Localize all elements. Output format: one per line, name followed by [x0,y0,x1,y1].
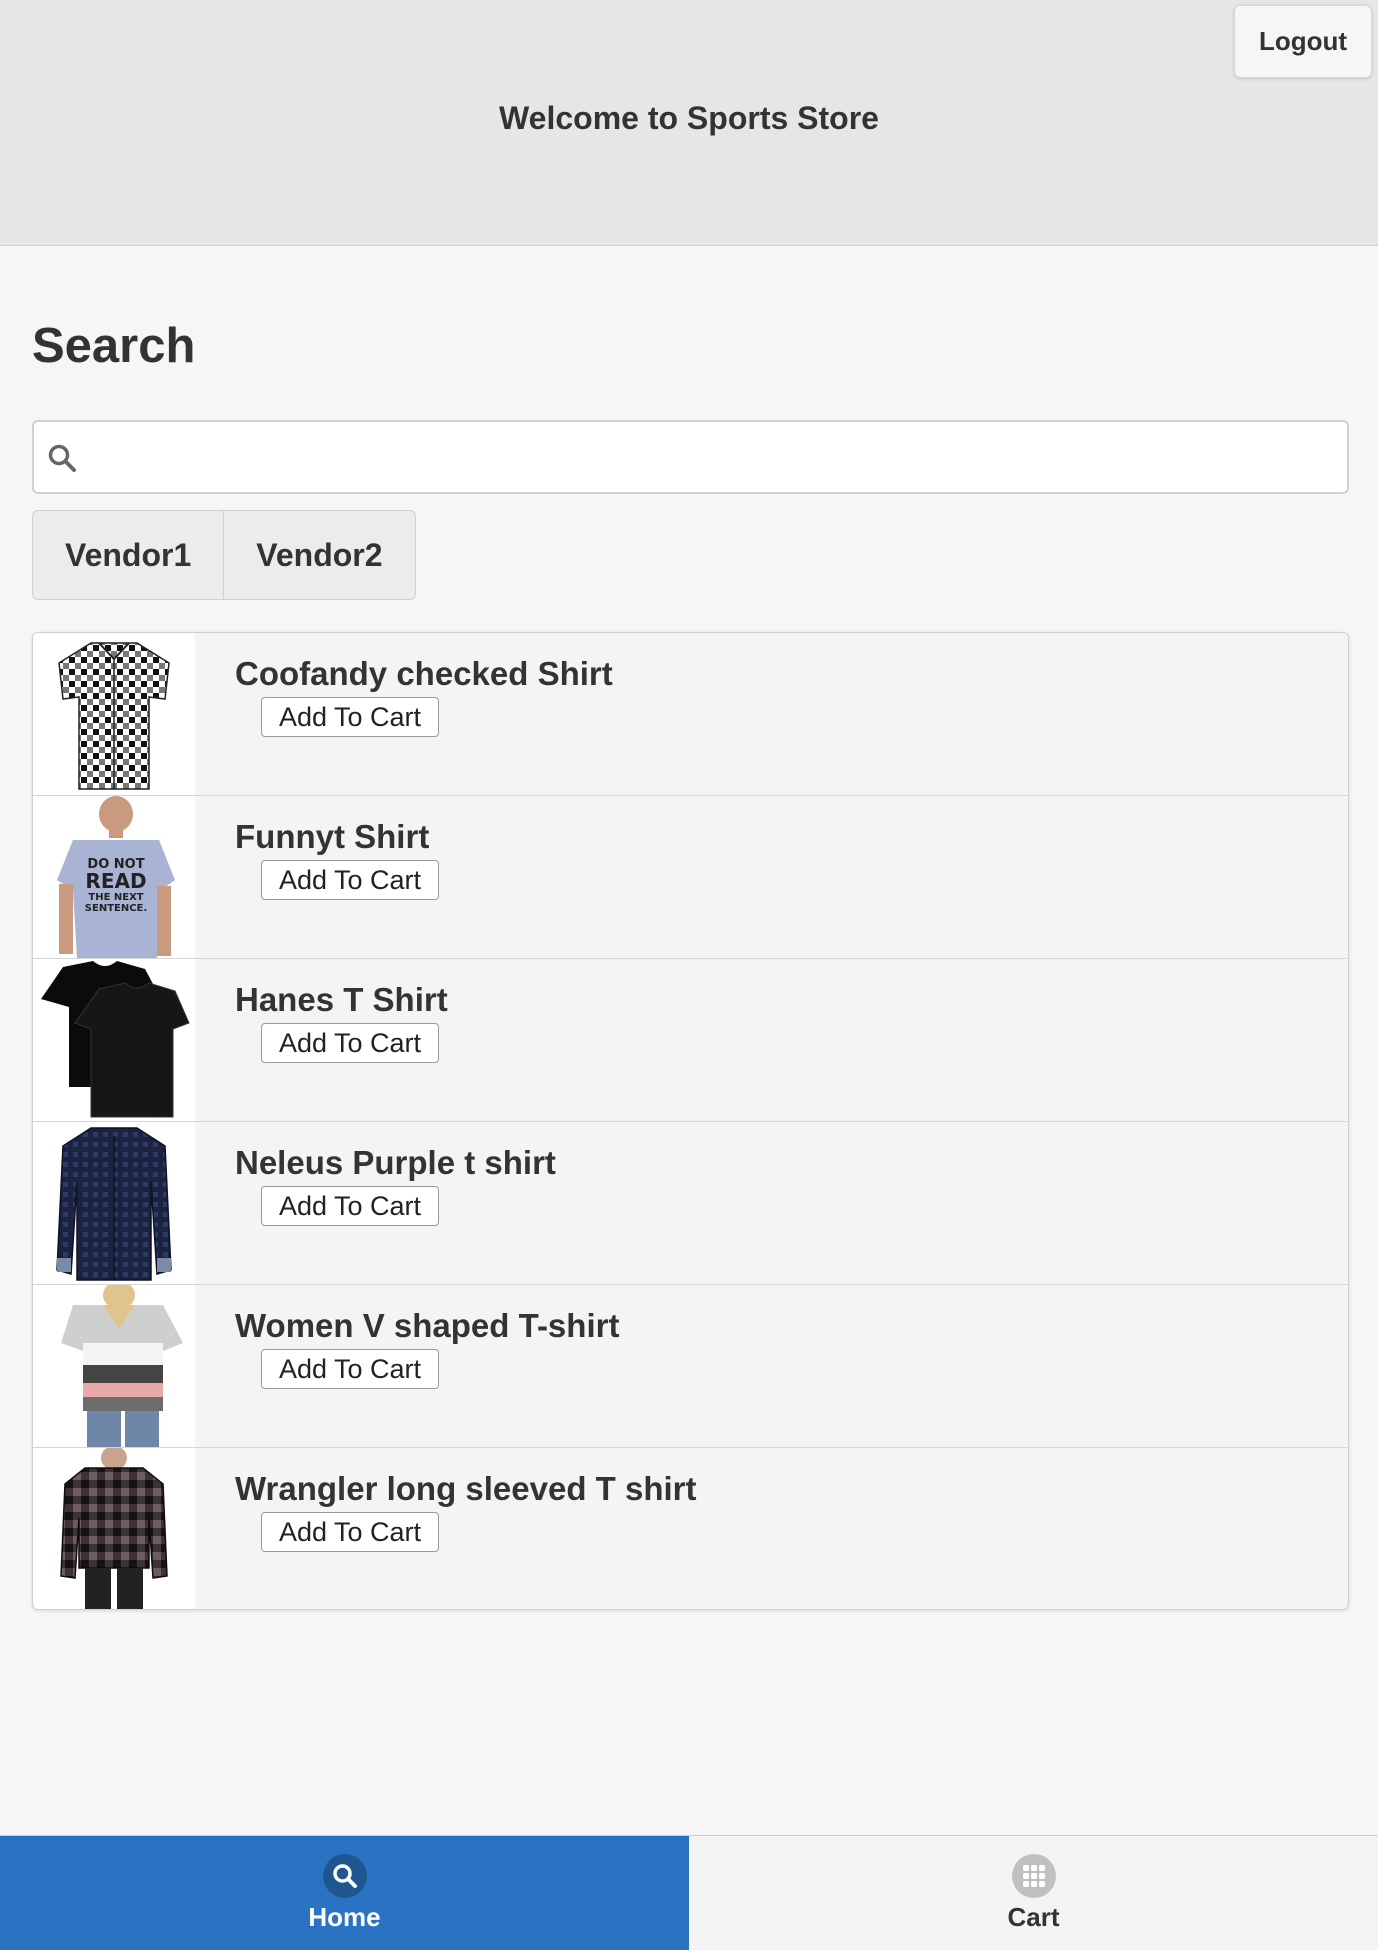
bottom-navbar: Home Cart [0,1835,1378,1950]
product-row[interactable]: Neleus Purple t shirt Add To Cart [33,1122,1348,1285]
shirt-print-line2: READ [85,869,146,893]
nav-cart-tab[interactable]: Cart [689,1836,1378,1950]
nav-cart-label: Cart [1007,1901,1060,1932]
product-name: Wrangler long sleeved T shirt [235,1470,697,1507]
product-name: Coofandy checked Shirt [235,655,613,692]
product-name: Neleus Purple t shirt [235,1144,556,1181]
product-image [33,1448,195,1609]
vendor2-button[interactable]: Vendor2 [223,511,415,599]
product-row[interactable]: DO NOT READ THE NEXT SENTENCE. Funnyt Sh… [33,796,1348,959]
add-to-cart-button[interactable]: Add To Cart [261,697,439,737]
product-image [33,633,195,795]
logout-button[interactable]: Logout [1234,5,1372,78]
product-row[interactable]: Women V shaped T-shirt Add To Cart [33,1285,1348,1448]
nav-home-tab[interactable]: Home [0,1836,689,1950]
vendor1-button[interactable]: Vendor1 [33,511,224,599]
add-to-cart-button[interactable]: Add To Cart [261,1186,439,1226]
add-to-cart-button[interactable]: Add To Cart [261,1349,439,1389]
add-to-cart-button[interactable]: Add To Cart [261,1023,439,1063]
header: Welcome to Sports Store Logout [0,0,1378,246]
shirt-print-line3: THE NEXT [88,892,143,903]
product-name: Funnyt Shirt [235,818,430,855]
add-to-cart-button[interactable]: Add To Cart [261,860,439,900]
product-row[interactable]: Wrangler long sleeved T shirt Add To Car… [33,1448,1348,1609]
page-title: Welcome to Sports Store [499,100,879,136]
product-name: Hanes T Shirt [235,981,448,1018]
add-to-cart-button[interactable]: Add To Cart [261,1512,439,1552]
product-image [33,1122,195,1284]
search-input[interactable] [94,422,1344,492]
search-heading: Search [32,319,196,373]
product-image: DO NOT READ THE NEXT SENTENCE. [33,796,195,958]
product-row[interactable]: Hanes T Shirt Add To Cart [33,959,1348,1122]
grid-icon [1011,1853,1056,1898]
shirt-print-line4: SENTENCE. [85,903,147,914]
product-list: Coofandy checked Shirt Add To Cart DO NO… [32,632,1349,1610]
search-field[interactable] [32,420,1349,494]
product-name: Women V shaped T-shirt [235,1307,620,1344]
search-icon [322,1853,367,1898]
product-image [33,959,195,1121]
nav-home-label: Home [308,1901,381,1932]
search-icon [48,444,76,472]
product-image [33,1285,195,1447]
vendor-filter-group: Vendor1 Vendor2 [32,510,416,600]
product-row[interactable]: Coofandy checked Shirt Add To Cart [33,633,1348,796]
